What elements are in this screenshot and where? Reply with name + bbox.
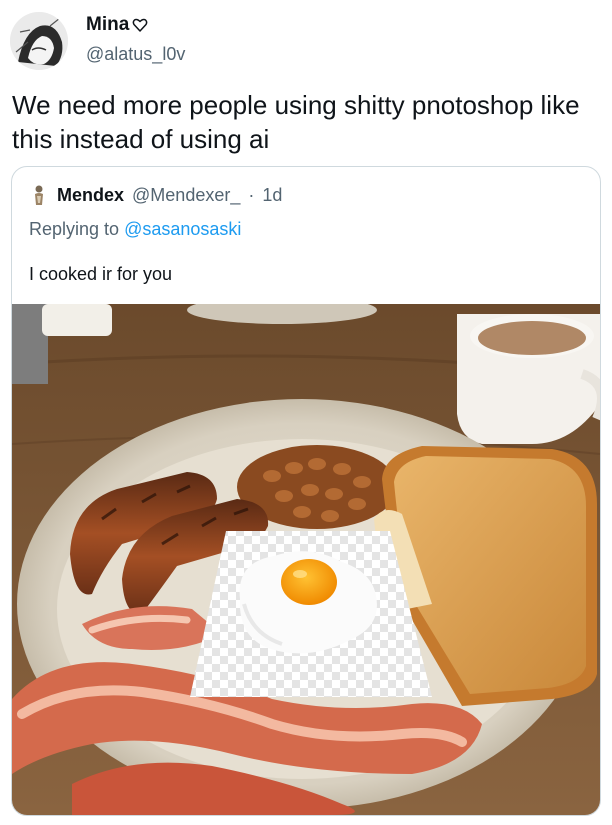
author-avatar[interactable] (10, 12, 68, 70)
quoted-handle[interactable]: @Mendexer_ (132, 185, 240, 206)
quoted-display-name[interactable]: Mendex (57, 185, 124, 206)
author-name-row: Mina (86, 14, 148, 36)
quoted-tweet-card[interactable]: Mendex @Mendexer_ · 1d Replying to @sasa… (11, 166, 601, 816)
replying-to-mention[interactable]: @sasanosaski (124, 219, 241, 239)
breakfast-photo[interactable] (12, 304, 600, 815)
quoted-tweet-text: I cooked ir for you (29, 264, 173, 284)
quoted-tweet-header: Mendex @Mendexer_ · 1d (29, 184, 282, 206)
tweet-text: We need more people using shitty pnotosh… (12, 90, 580, 154)
author-display-name[interactable]: Mina (86, 14, 129, 36)
author-handle[interactable]: @alatus_l0v (86, 44, 185, 65)
quoted-author-avatar[interactable] (29, 184, 49, 206)
replying-to-label: Replying to (29, 219, 120, 239)
replying-to-line: Replying to @sasanosaski (29, 219, 241, 240)
quoted-timestamp[interactable]: 1d (262, 185, 282, 206)
separator-dot: · (248, 184, 255, 205)
heart-outline-icon (132, 17, 148, 33)
